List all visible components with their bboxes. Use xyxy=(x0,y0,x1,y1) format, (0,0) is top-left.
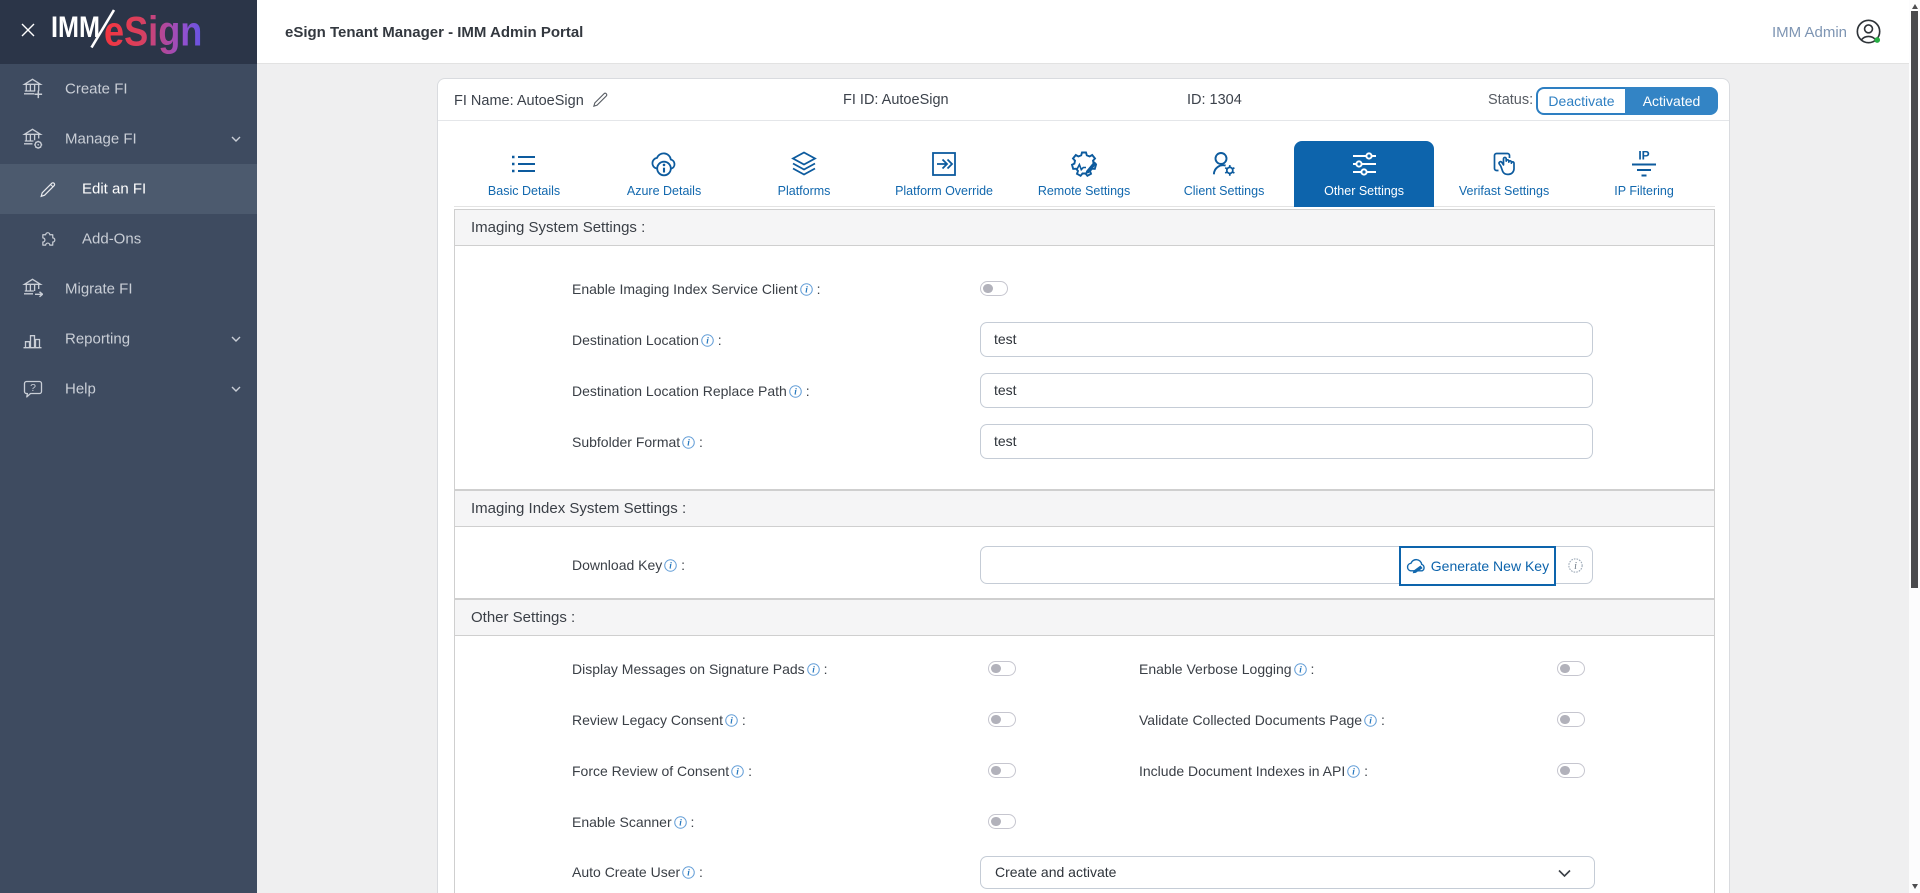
svg-text:i: i xyxy=(1299,666,1302,676)
svg-text:i: i xyxy=(805,286,808,296)
svg-text:i: i xyxy=(730,717,733,727)
svg-text:i: i xyxy=(687,439,690,449)
svg-text:i: i xyxy=(706,337,709,347)
svg-text:i: i xyxy=(669,562,672,572)
svg-text:i: i xyxy=(1369,717,1372,727)
svg-text:IP: IP xyxy=(1638,149,1649,163)
svg-text:i: i xyxy=(687,869,690,879)
svg-text:i: i xyxy=(1352,768,1355,778)
svg-text:eSign: eSign xyxy=(104,9,202,55)
svg-text:i: i xyxy=(679,819,682,829)
svg-text:i: i xyxy=(794,388,797,398)
svg-text:i: i xyxy=(812,666,815,676)
svg-text:i: i xyxy=(736,768,739,778)
svg-text:?: ? xyxy=(30,382,36,394)
svg-text:IMM: IMM xyxy=(51,10,100,44)
svg-text:i: i xyxy=(1574,561,1577,572)
